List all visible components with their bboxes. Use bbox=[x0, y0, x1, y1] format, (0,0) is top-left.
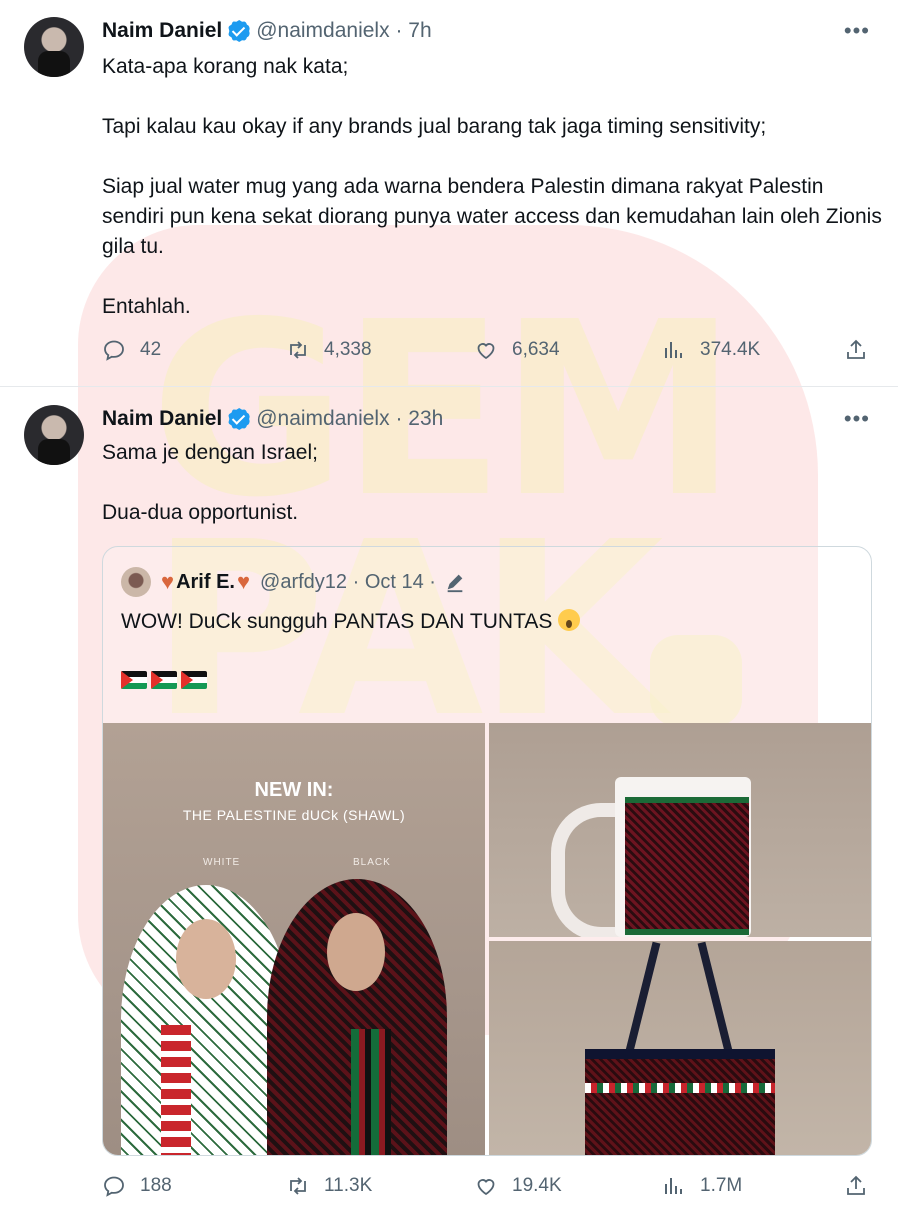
tweet-paragraph: Sama je dengan Israel; bbox=[102, 441, 318, 464]
like-count: 19.4K bbox=[512, 1175, 562, 1196]
tweet-1[interactable]: Naim Daniel @naimdanielx · 7h ••• Kata-a… bbox=[0, 0, 898, 386]
tweet-paragraph: Kata-apa korang nak kata; bbox=[102, 55, 349, 78]
like-count: 6,634 bbox=[512, 339, 560, 360]
share-icon bbox=[847, 1175, 865, 1195]
tweet-header: Naim Daniel @naimdanielx · 23h bbox=[102, 404, 443, 434]
analytics-icon bbox=[665, 1178, 682, 1194]
tweet-time[interactable]: 7h bbox=[408, 19, 431, 43]
share-button[interactable] bbox=[844, 338, 882, 362]
reply-button[interactable]: 42 bbox=[102, 338, 161, 362]
tweet-paragraph: Entahlah. bbox=[102, 295, 191, 318]
repost-button[interactable]: 4,338 bbox=[286, 338, 372, 362]
reply-button[interactable]: 188 bbox=[102, 1174, 172, 1198]
tweet-paragraph: Tapi kalau kau okay if any brands jual b… bbox=[102, 115, 767, 138]
tweet-actions: 188 11.3K 19.4K 1.7M bbox=[102, 1174, 872, 1204]
tweet-divider bbox=[0, 386, 898, 387]
image-headline: NEW IN: bbox=[254, 779, 334, 801]
mug bbox=[615, 777, 751, 937]
separator-dot: · bbox=[389, 407, 409, 430]
heart-icon bbox=[477, 343, 495, 360]
tweet-paragraph: Dua-dua opportunist. bbox=[102, 501, 299, 524]
verified-badge-icon bbox=[228, 20, 251, 42]
tweet-paragraph: Siap jual water mug yang ada warna bende… bbox=[102, 175, 882, 258]
separator-dot: · bbox=[423, 570, 436, 593]
model-black-shawl bbox=[267, 879, 447, 1155]
repost-button[interactable]: 11.3K bbox=[286, 1174, 372, 1198]
author-name[interactable]: Naim Daniel bbox=[102, 19, 222, 43]
media-image-tote-bag[interactable] bbox=[489, 941, 871, 1155]
heart-emoji-icon: ♥ bbox=[161, 569, 175, 594]
quoted-text-content: WOW! DuCk sungguh PANTAS DAN TUNTAS bbox=[121, 610, 553, 633]
quoted-text: WOW! DuCk sungguh PANTAS DAN TUNTAS bbox=[121, 609, 581, 634]
tweet-time[interactable]: 23h bbox=[408, 407, 443, 431]
model-white-shawl bbox=[121, 885, 291, 1155]
author-name[interactable]: Naim Daniel bbox=[102, 407, 222, 431]
quoted-avatar bbox=[121, 567, 151, 597]
view-count: 374.4K bbox=[700, 339, 761, 360]
palestine-flag-icon bbox=[181, 671, 207, 689]
share-button[interactable] bbox=[844, 1174, 882, 1198]
media-grid: NEW IN: THE PALESTINE dUCk (SHAWL) WHITE… bbox=[103, 723, 871, 1155]
repost-count: 11.3K bbox=[324, 1175, 373, 1196]
views-button[interactable]: 1.7M bbox=[662, 1174, 742, 1198]
reply-icon bbox=[104, 340, 124, 361]
tote-bag bbox=[585, 1049, 775, 1155]
quoted-tweet-time: Oct 14 bbox=[364, 570, 424, 593]
quoted-author-handle: @arfdy12 bbox=[260, 570, 348, 593]
tweet-header: Naim Daniel @naimdanielx · 7h bbox=[102, 16, 432, 46]
analytics-icon bbox=[665, 342, 682, 358]
avatar[interactable] bbox=[24, 405, 84, 465]
avatar[interactable] bbox=[24, 17, 84, 77]
reply-icon bbox=[104, 1176, 124, 1197]
image-label-black: BLACK bbox=[353, 857, 391, 868]
repost-icon bbox=[290, 1177, 306, 1195]
flag-emojis bbox=[121, 671, 207, 689]
author-handle[interactable]: @naimdanielx bbox=[256, 407, 389, 431]
quoted-header: ♥ Arif E. ♥ @arfdy12 · Oct 14 · bbox=[159, 567, 466, 597]
author-handle[interactable]: @naimdanielx bbox=[256, 19, 389, 43]
bag-strap bbox=[625, 941, 661, 1053]
tweet-text: Sama je dengan Israel; Dua-dua opportuni… bbox=[102, 438, 882, 558]
reply-count: 188 bbox=[140, 1175, 172, 1196]
quoted-tweet[interactable]: ♥ Arif E. ♥ @arfdy12 · Oct 14 · WOW! DuC… bbox=[102, 546, 872, 1156]
more-options-icon[interactable]: ••• bbox=[844, 406, 870, 432]
palestine-flag-icon bbox=[151, 671, 177, 689]
like-button[interactable]: 19.4K bbox=[474, 1174, 562, 1198]
reply-count: 42 bbox=[140, 339, 162, 360]
views-button[interactable]: 374.4K bbox=[662, 338, 760, 362]
more-options-icon[interactable]: ••• bbox=[844, 18, 870, 44]
heart-icon bbox=[477, 1179, 495, 1196]
tweet-text: Kata-apa korang nak kata; Tapi kalau kau… bbox=[102, 52, 882, 352]
view-count: 1.7M bbox=[700, 1175, 743, 1196]
share-icon bbox=[847, 339, 865, 359]
image-subheadline: THE PALESTINE dUCk (SHAWL) bbox=[182, 807, 406, 823]
like-button[interactable]: 6,634 bbox=[474, 338, 560, 362]
verified-badge-icon bbox=[228, 408, 251, 430]
separator-dot: · bbox=[389, 19, 409, 42]
quoted-author-name: Arif E. bbox=[176, 570, 235, 593]
palestine-flag-icon bbox=[121, 671, 147, 689]
repost-icon bbox=[290, 341, 306, 359]
mug-pattern bbox=[625, 797, 749, 935]
media-image-mug[interactable] bbox=[489, 723, 871, 937]
screaming-face-emoji-icon bbox=[558, 609, 581, 631]
heart-emoji-icon: ♥ bbox=[236, 569, 251, 594]
image-label-white: WHITE bbox=[203, 857, 241, 868]
tweet-2[interactable]: Naim Daniel @naimdanielx · 23h ••• Sama … bbox=[0, 388, 898, 1224]
repost-count: 4,338 bbox=[324, 339, 372, 360]
media-image-shawl[interactable]: NEW IN: THE PALESTINE dUCk (SHAWL) WHITE… bbox=[103, 723, 485, 1155]
edited-pencil-icon bbox=[447, 574, 463, 593]
separator-dot: · bbox=[347, 570, 365, 593]
bag-strap bbox=[697, 941, 733, 1053]
tweet-actions: 42 4,338 6,634 374.4K bbox=[102, 338, 872, 368]
